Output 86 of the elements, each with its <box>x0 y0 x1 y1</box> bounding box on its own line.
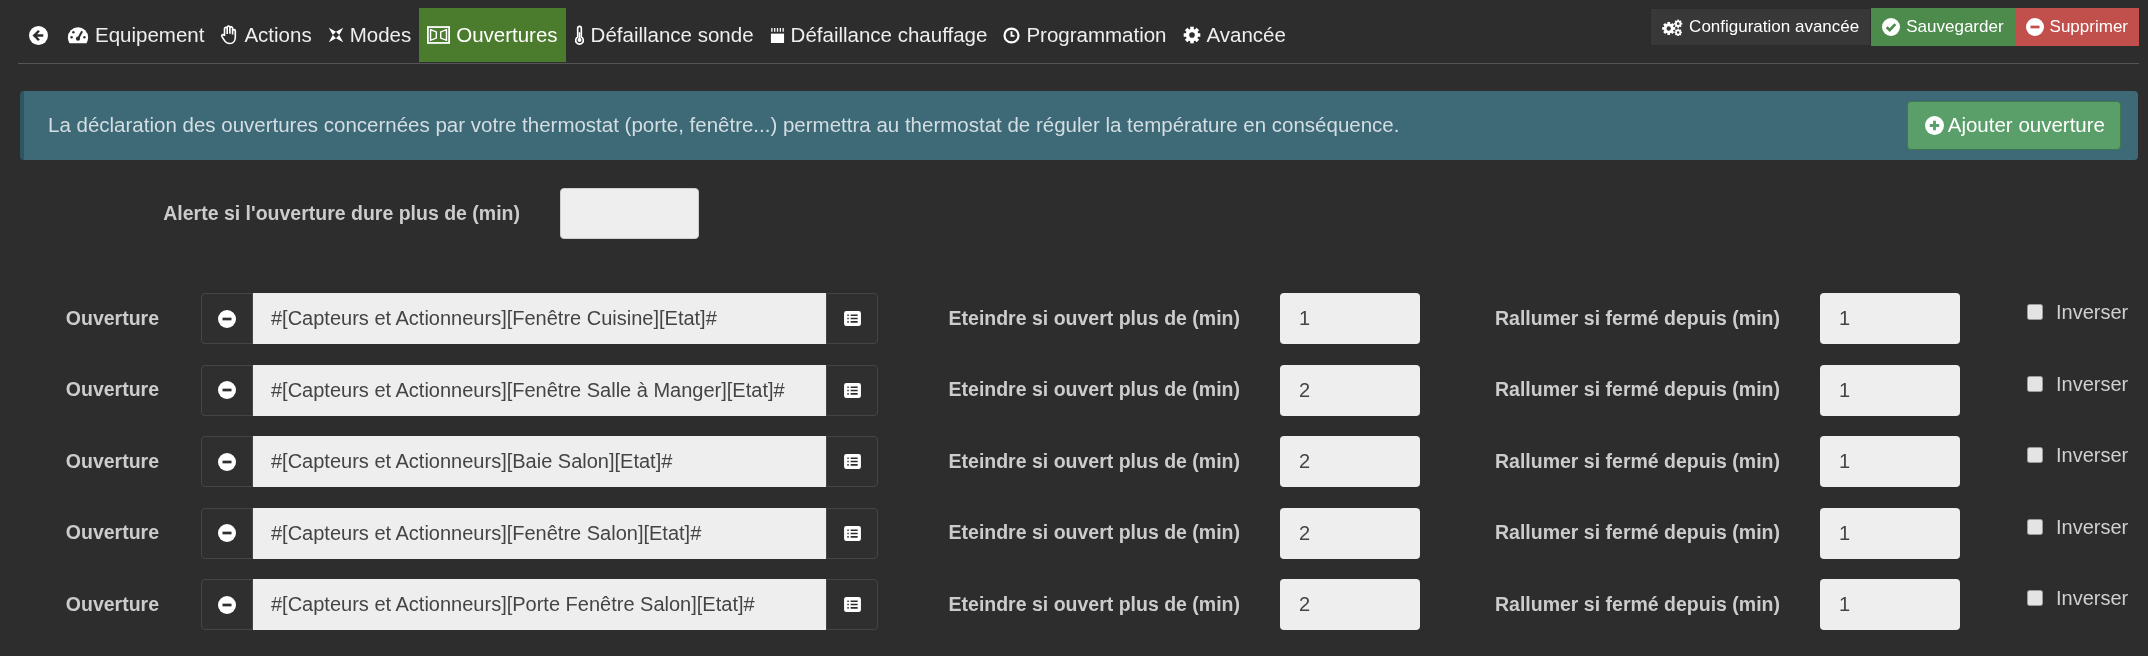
opening-label: Ouverture <box>65 448 159 474</box>
invert-label: Inverser <box>2056 371 2129 397</box>
select-command-button[interactable] <box>826 507 878 559</box>
minus-circle-icon <box>218 524 236 542</box>
invert-checkbox[interactable] <box>2027 590 2043 606</box>
on-delay-field[interactable]: 1 <box>1820 579 1960 630</box>
list-icon <box>843 525 861 541</box>
nav-tab[interactable]: Actions <box>212 8 320 62</box>
invert-checkbox[interactable] <box>2027 518 2043 535</box>
invert-checkbox[interactable] <box>2027 447 2043 463</box>
on-delay-field[interactable]: 1 <box>1820 507 1960 559</box>
minus-circle-icon <box>218 452 236 471</box>
on-delay-label: Rallumer si fermé depuis (min) <box>1495 305 1780 331</box>
off-delay-field[interactable]: 2 <box>1280 436 1420 487</box>
inward-arrows-icon <box>327 27 344 43</box>
window-frame-icon <box>427 26 451 44</box>
hand-icon <box>220 25 239 45</box>
settings-icon <box>1182 26 1201 44</box>
radiator-icon <box>769 26 785 44</box>
off-delay-field[interactable]: 2 <box>1280 507 1420 559</box>
alert-duration-field[interactable] <box>560 188 699 239</box>
advanced-config-button[interactable]: Configuration avancée <box>1650 8 1872 46</box>
remove-button[interactable] <box>201 507 253 559</box>
off-delay-label: Eteindre si ouvert plus de (min) <box>948 377 1240 403</box>
invert-label: Inverser <box>2056 586 2129 611</box>
list-icon <box>843 454 861 469</box>
opening-label: Ouverture <box>65 377 159 403</box>
opening-label: Ouverture <box>65 305 159 331</box>
invert-label: Inverser <box>2056 300 2129 325</box>
on-delay-field[interactable]: 1 <box>1820 436 1960 487</box>
command-field[interactable]: #[Capteurs et Actionneurs][Porte Fenêtre Salon][Etat]# <box>253 579 826 630</box>
nav-tab[interactable]: Ouvertures <box>419 8 566 62</box>
check-circle-icon <box>1882 18 1901 36</box>
opening-label: Ouverture <box>65 520 159 546</box>
list-icon <box>843 311 861 326</box>
off-delay-field[interactable]: 1 <box>1280 293 1420 344</box>
thermometer-icon <box>573 25 585 45</box>
delete-button[interactable]: Supprimer <box>2014 8 2139 46</box>
select-command-button[interactable] <box>826 293 878 344</box>
select-command-button[interactable] <box>826 364 878 416</box>
on-delay-label: Rallumer si fermé depuis (min) <box>1495 377 1780 403</box>
clock-icon <box>1003 26 1021 44</box>
nav-tab[interactable]: Programmation <box>995 8 1175 62</box>
off-delay-label: Eteindre si ouvert plus de (min) <box>948 591 1240 617</box>
invert-checkbox[interactable] <box>2027 375 2043 392</box>
on-delay-label: Rallumer si fermé depuis (min) <box>1495 591 1780 617</box>
off-delay-label: Eteindre si ouvert plus de (min) <box>948 448 1240 474</box>
invert-checkbox[interactable] <box>2027 304 2043 320</box>
minus-circle-icon <box>218 595 236 614</box>
nav-tab[interactable]: Avancée <box>1174 8 1294 62</box>
remove-button[interactable] <box>201 364 253 416</box>
info-message: La déclaration des ouvertures concernées par votre thermostat (porte, fenêtre...) permettra au thermostat de réguler la température en conséquence. <box>48 112 1400 139</box>
off-delay-label: Eteindre si ouvert plus de (min) <box>948 305 1240 331</box>
save-button[interactable]: Sauvegarder <box>1871 8 2015 46</box>
command-field[interactable]: #[Capteurs et Actionneurs][Fenêtre Salon][Etat]# <box>253 507 826 559</box>
off-delay-field[interactable]: 2 <box>1280 364 1420 416</box>
nav-tab[interactable]: Défaillance sonde <box>565 8 762 62</box>
off-delay-field[interactable]: 2 <box>1280 579 1420 630</box>
on-delay-label: Rallumer si fermé depuis (min) <box>1495 520 1780 546</box>
list-icon <box>843 597 861 612</box>
nav-tab[interactable]: Equipement <box>59 8 213 62</box>
on-delay-field[interactable]: 1 <box>1820 293 1960 344</box>
nav-tab[interactable]: Modes <box>319 8 420 62</box>
invert-label: Inverser <box>2056 514 2129 540</box>
on-delay-label: Rallumer si fermé depuis (min) <box>1495 448 1780 474</box>
opening-label: Ouverture <box>65 591 159 617</box>
command-field[interactable]: #[Capteurs et Actionneurs][Fenêtre Salle à Manger][Etat]# <box>253 364 826 416</box>
gears-icon <box>1662 18 1684 36</box>
command-field[interactable]: #[Capteurs et Actionneurs][Baie Salon][Etat]# <box>253 436 826 487</box>
off-delay-label: Eteindre si ouvert plus de (min) <box>948 520 1240 546</box>
list-icon <box>843 382 861 398</box>
plus-circle-icon <box>1924 116 1944 135</box>
on-delay-field[interactable]: 1 <box>1820 364 1960 416</box>
command-field[interactable]: #[Capteurs et Actionneurs][Fenêtre Cuisine][Etat]# <box>253 293 826 344</box>
invert-label: Inverser <box>2056 443 2129 468</box>
alert-duration-label: Alerte si l'ouverture dure plus de (min) <box>163 200 520 226</box>
minus-circle-icon <box>218 381 236 399</box>
remove-button[interactable] <box>201 579 253 630</box>
minus-circle-icon <box>2025 18 2044 36</box>
select-command-button[interactable] <box>826 436 878 487</box>
remove-button[interactable] <box>201 293 253 344</box>
select-command-button[interactable] <box>826 579 878 630</box>
minus-circle-icon <box>218 309 236 328</box>
remove-button[interactable] <box>201 436 253 487</box>
nav-tab[interactable]: Défaillance chauffage <box>761 8 996 62</box>
gauge-icon <box>67 26 89 44</box>
